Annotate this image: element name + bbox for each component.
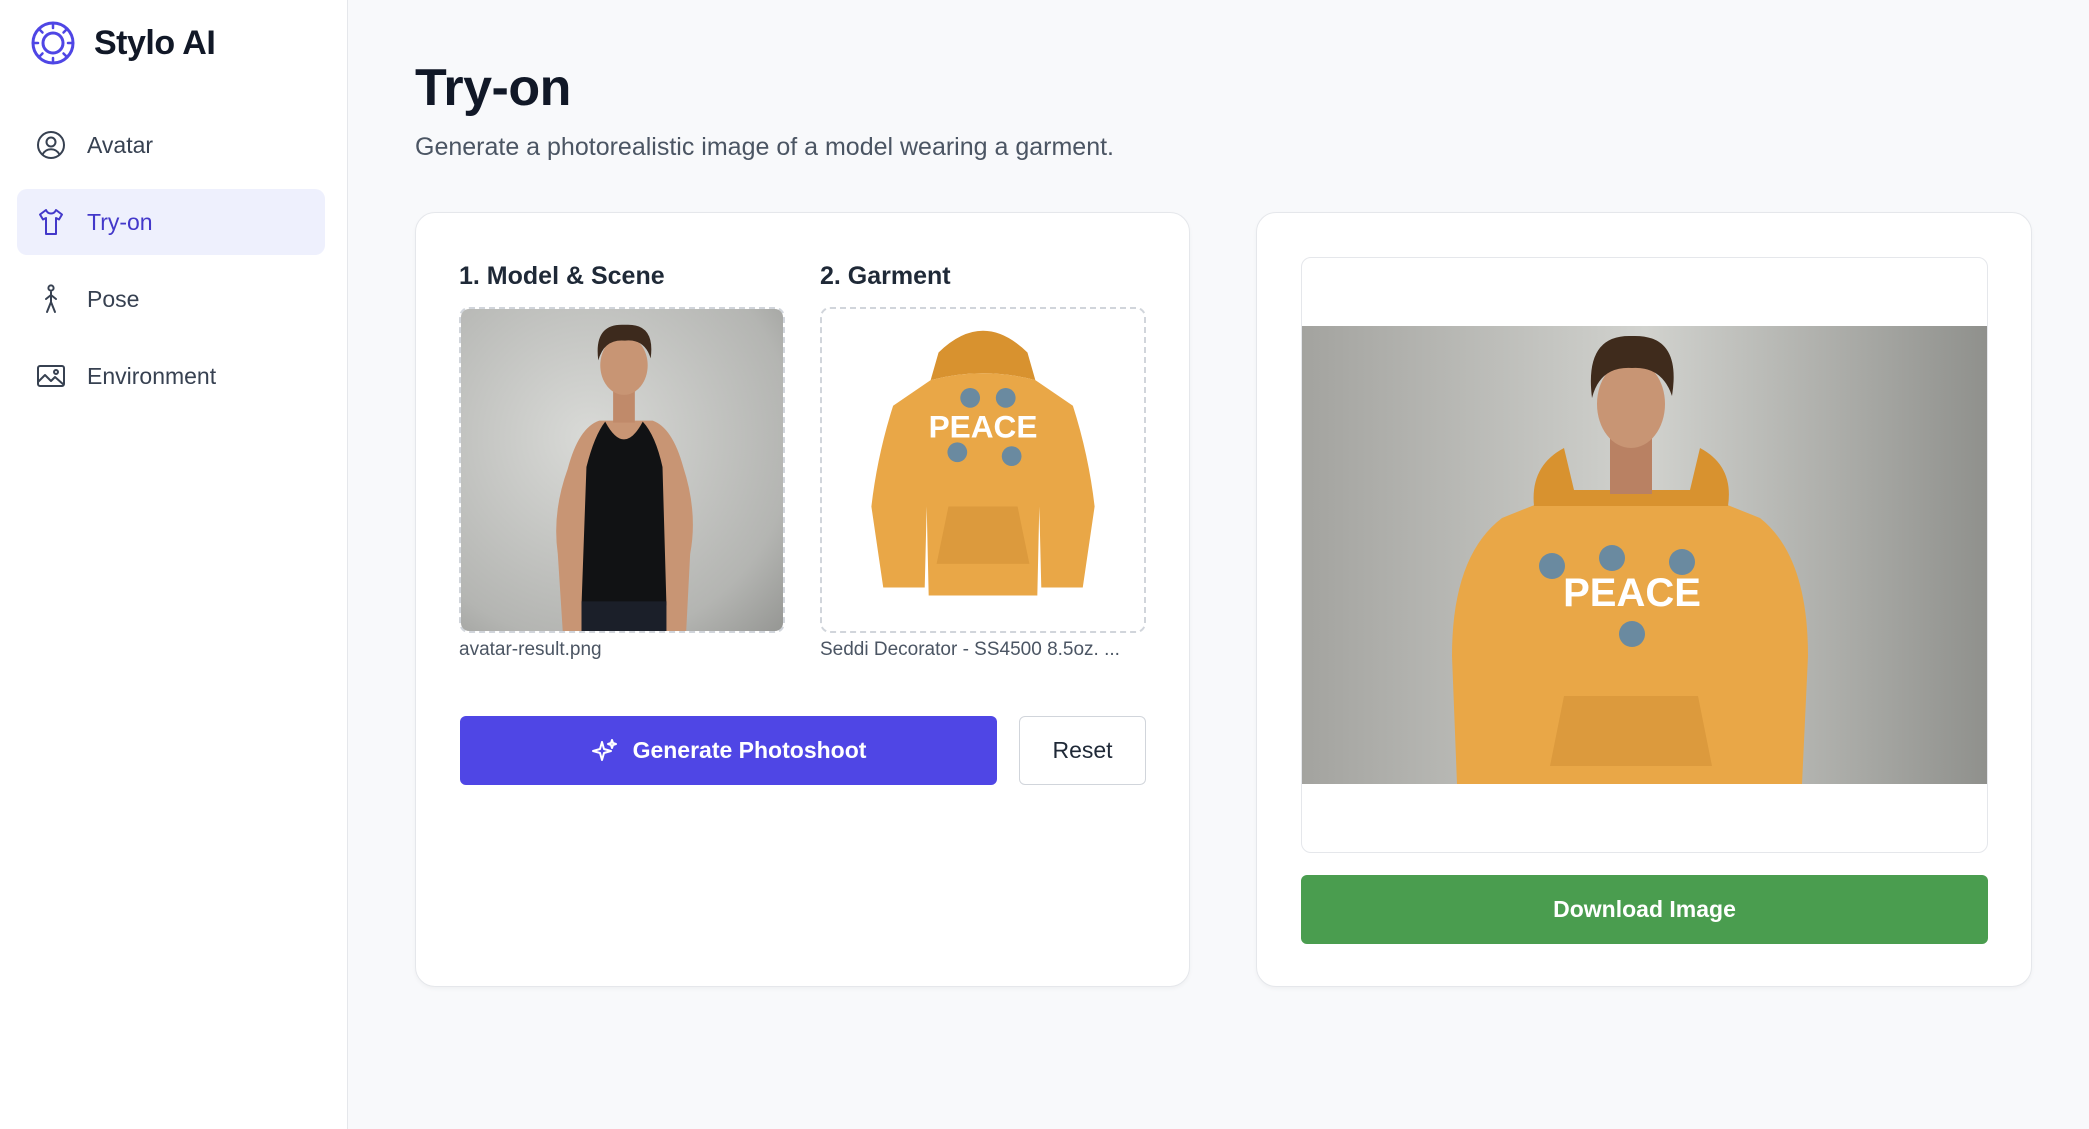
garment-file-name: Seddi Decorator - SS4500 8.5oz. ... [820, 639, 1120, 660]
model-scene-label: 1. Model & Scene [459, 262, 665, 290]
result-image: PEACE [1302, 326, 1987, 784]
image-landscape-icon [37, 365, 65, 387]
main-content: Try-on Generate a photorealistic image o… [348, 0, 2089, 1129]
garment-upload-slot[interactable]: PEACE [820, 307, 1146, 633]
sidebar-item-pose[interactable]: Pose [17, 266, 325, 332]
page-subtitle: Generate a photorealistic image of a mod… [415, 133, 1114, 161]
sidebar-item-label: Avatar [87, 131, 154, 158]
sidebar: Stylo AI Avatar Try-on Pose Environment [0, 0, 348, 1129]
sidebar-item-label: Environment [87, 362, 217, 389]
garment-image: PEACE [822, 309, 1144, 631]
shirt-icon [39, 209, 63, 235]
download-image-button[interactable]: Download Image [1301, 875, 1988, 944]
result-photo: PEACE [1302, 326, 1987, 784]
user-circle-icon [37, 131, 65, 159]
sidebar-nav: Avatar Try-on Pose Environment [17, 112, 325, 420]
sidebar-item-environment[interactable]: Environment [17, 343, 325, 409]
input-card: 1. Model & Scene avatar-result.png 2. Ga… [415, 212, 1190, 987]
model-image [461, 309, 783, 631]
result-print-text: PEACE [1563, 571, 1701, 615]
result-card: PEACE Download Image [1256, 212, 2032, 987]
page-title: Try-on [415, 59, 571, 117]
garment-print-text: PEACE [929, 408, 1038, 444]
person-walking-icon [45, 284, 57, 313]
brand[interactable]: Stylo AI [30, 20, 216, 66]
app-name: Stylo AI [94, 23, 216, 62]
sparkles-icon [591, 738, 617, 761]
aperture-logo-icon [31, 21, 75, 65]
sidebar-item-avatar[interactable]: Avatar [17, 112, 325, 178]
model-file-name: avatar-result.png [459, 639, 602, 660]
garment-label: 2. Garment [820, 262, 951, 290]
result-frame: PEACE [1301, 257, 1988, 853]
reset-button[interactable]: Reset [1019, 716, 1146, 785]
model-upload-slot[interactable] [459, 307, 785, 633]
sidebar-item-label: Try-on [87, 208, 153, 235]
sidebar-item-try-on[interactable]: Try-on [17, 189, 325, 255]
generate-photoshoot-label: Generate Photoshoot [632, 737, 867, 763]
generate-photoshoot-button[interactable]: Generate Photoshoot [460, 716, 997, 785]
sidebar-item-label: Pose [87, 285, 140, 312]
